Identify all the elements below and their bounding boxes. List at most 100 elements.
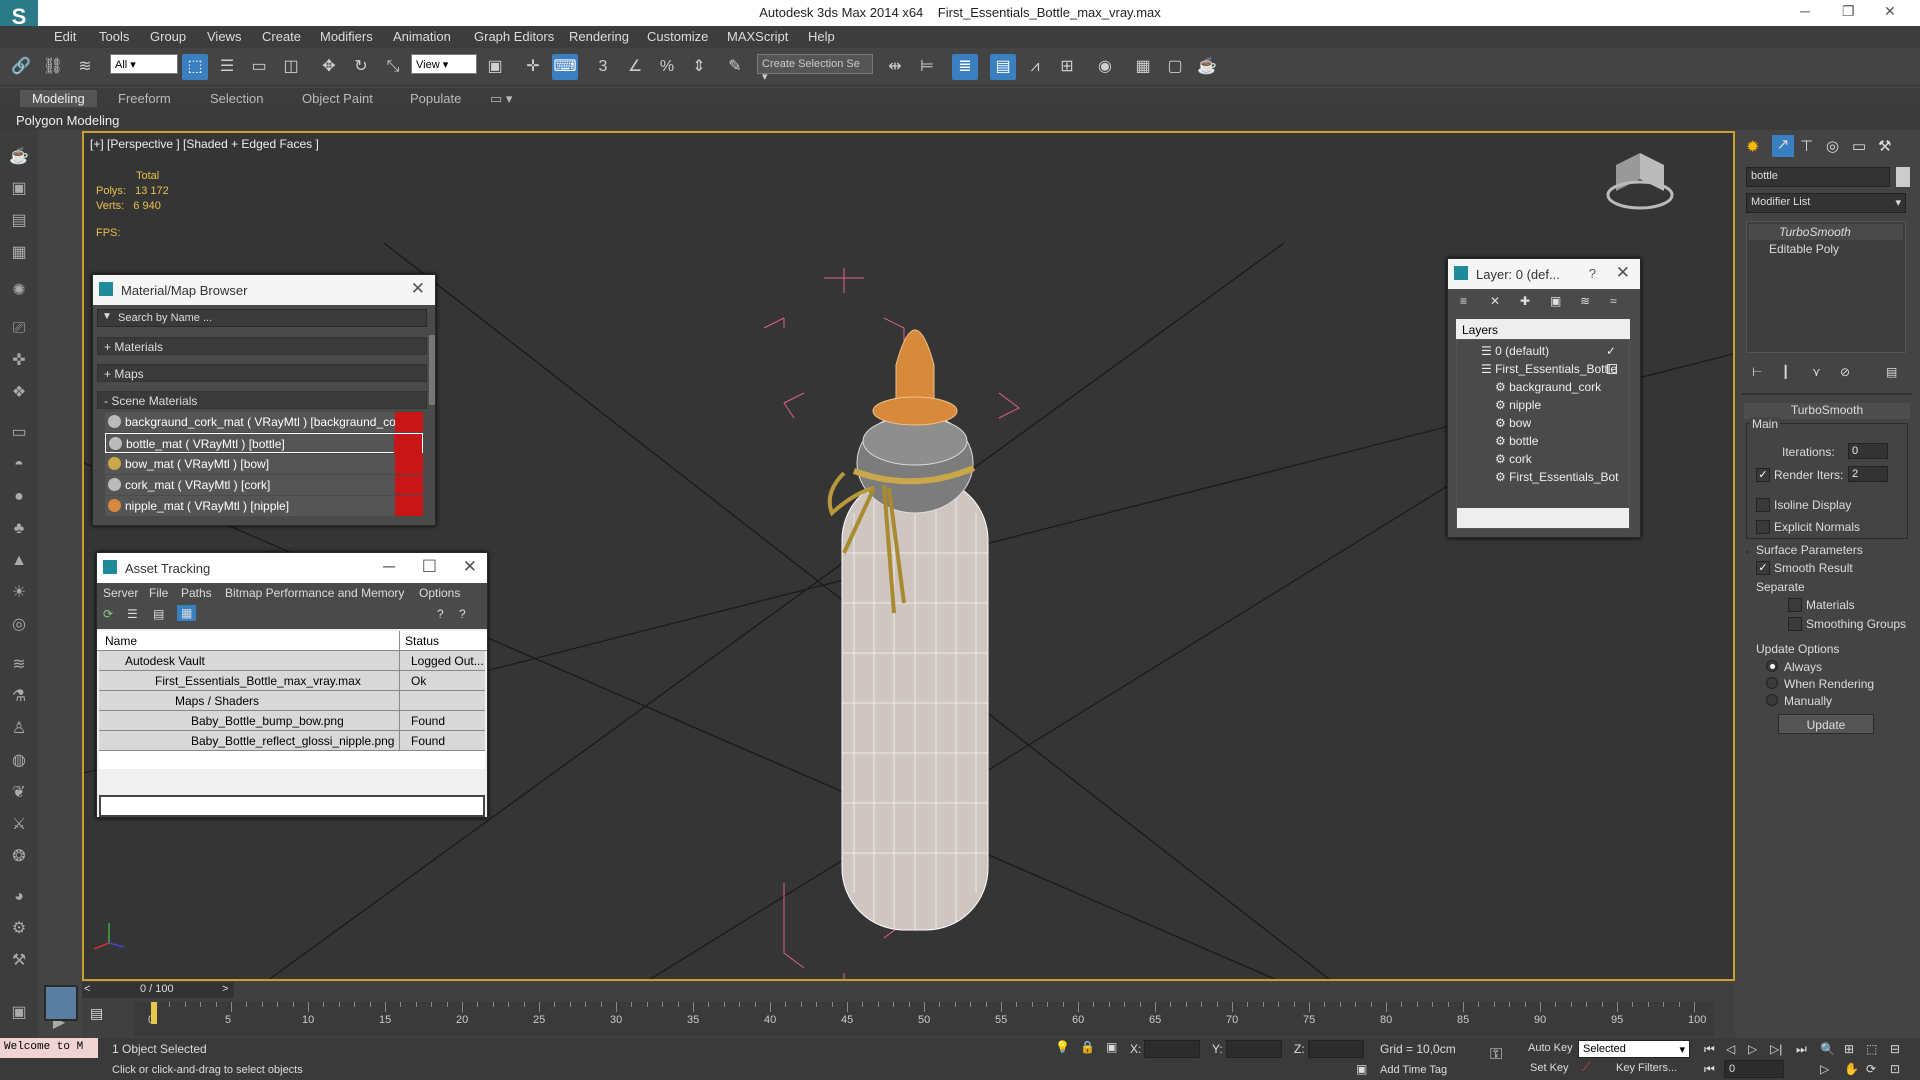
layer-item[interactable]: ☰ 0 (default) ✓	[1481, 344, 1651, 363]
go-to-start-icon[interactable]: ⏮	[1704, 1042, 1715, 1057]
minimize-button[interactable]: ─	[1800, 3, 1810, 19]
iterations-spinner[interactable]: 0	[1848, 443, 1888, 459]
shell-icon[interactable]: ❂	[6, 844, 32, 870]
settings-icon[interactable]: ⚒	[6, 948, 32, 974]
layer-object-item[interactable]: ⚙ bottle	[1495, 434, 1665, 453]
rectangular-selection-icon[interactable]: ▭	[246, 54, 272, 80]
current-frame-marker[interactable]	[151, 1002, 157, 1024]
polygon-modeling-label[interactable]: Polygon Modeling	[16, 113, 119, 128]
smooth-result-checkbox[interactable]: ✓	[1756, 561, 1770, 575]
update-manually-radio[interactable]	[1766, 694, 1778, 706]
category-scene-materials[interactable]: - Scene Materials	[97, 391, 427, 409]
menu-paths[interactable]: Paths	[181, 586, 212, 600]
lock-icon[interactable]: 🔒	[1080, 1040, 1095, 1054]
table-view-icon[interactable]: ▦	[177, 605, 197, 621]
modifier-list-dropdown[interactable]: Modifier List ▾	[1746, 193, 1906, 213]
maximize-button[interactable]: ❐	[1842, 3, 1855, 20]
bind-spacewarp-icon[interactable]: ≋	[72, 54, 98, 80]
menu-maxscript[interactable]: MAXScript	[727, 29, 788, 44]
display-tab-icon[interactable]: ▭	[1852, 137, 1866, 155]
asset-horizontal-scrollbar[interactable]	[99, 751, 485, 769]
motion-tab-icon[interactable]: ◎	[1826, 137, 1839, 155]
curve-editor-icon[interactable]: ⩘	[1022, 54, 1048, 80]
hedra-icon[interactable]: ♣	[6, 516, 32, 542]
ribbon-options-icon[interactable]: ▭ ▾	[490, 91, 512, 107]
time-tag-icon[interactable]: ▣	[1356, 1062, 1367, 1076]
menu-bitmap-performance[interactable]: Bitmap Performance and Memory	[225, 586, 404, 600]
keyboard-shortcut-override-icon[interactable]: ⌨	[552, 54, 578, 80]
close-icon[interactable]: ✕	[1616, 263, 1630, 283]
plane-icon[interactable]: ▭	[6, 420, 32, 446]
material-browser-scrollbar[interactable]	[429, 335, 435, 405]
menu-graph-editors[interactable]: Graph Editors	[474, 29, 554, 44]
scripts-icon[interactable]: ⚙	[6, 916, 32, 942]
select-by-name-icon[interactable]: ☰	[214, 54, 240, 80]
add-time-tag-button[interactable]: Add Time Tag	[1380, 1064, 1447, 1076]
refresh-icon[interactable]: ⟳	[103, 607, 113, 621]
menu-create[interactable]: Create	[262, 29, 301, 44]
render-iters-checkbox[interactable]: ✓	[1756, 468, 1770, 482]
menu-edit[interactable]: Edit	[54, 29, 76, 44]
layer-scrollbar[interactable]	[1457, 508, 1629, 528]
menu-options[interactable]: Options	[419, 586, 460, 600]
menu-group[interactable]: Group	[150, 29, 186, 44]
explicit-normals-checkbox[interactable]	[1756, 520, 1770, 534]
asset-tracking-header[interactable]: Asset Tracking ─ ☐ ✕	[97, 553, 487, 583]
scale-icon[interactable]: ⤡	[380, 54, 406, 80]
selection-filter-dropdown[interactable]: All ▾	[110, 54, 178, 74]
set-key-icon[interactable]: ⟋	[1582, 1060, 1590, 1075]
hf-icon[interactable]: ⚔	[6, 812, 32, 838]
layer-object-item[interactable]: ⚙ First_Essentials_Bot	[1495, 470, 1665, 489]
show-end-result-icon[interactable]: ┃	[1782, 365, 1789, 379]
key-filters-button[interactable]: Key Filters...	[1616, 1062, 1677, 1074]
time-next-arrow[interactable]: >	[222, 983, 228, 995]
zoom-extents-all-icon[interactable]: ⊟	[1890, 1042, 1900, 1056]
table-row[interactable]: Autodesk Vault Logged Out...	[99, 651, 485, 671]
link-icon[interactable]: 🔗	[8, 54, 34, 80]
menu-file[interactable]: File	[149, 586, 168, 600]
teapot-icon[interactable]: ☕	[6, 144, 32, 170]
pan-icon[interactable]: ✋	[1844, 1062, 1859, 1076]
zoom-icon[interactable]: 🔍	[1820, 1042, 1835, 1056]
pivot-center-icon[interactable]: ▣	[482, 54, 508, 80]
tab-freeform[interactable]: Freeform	[118, 91, 171, 106]
viewport-label[interactable]: [+] [Perspective ] [Shaded + Edged Faces…	[90, 137, 319, 151]
sun-icon[interactable]: ☀	[6, 580, 32, 606]
column-name[interactable]: Name	[105, 634, 137, 648]
hemisphere-icon[interactable]: ◓	[6, 452, 32, 478]
render-iters-spinner[interactable]: 2	[1848, 466, 1888, 482]
modifier-stack-item[interactable]: Editable Poly	[1749, 241, 1903, 257]
make-unique-icon[interactable]: ⋎	[1812, 365, 1821, 379]
render-setup-icon[interactable]: ▦	[1130, 54, 1156, 80]
time-prev-arrow[interactable]: <	[84, 983, 90, 995]
material-item[interactable]: backgraund_cork_mat ( VRayMtl ) [backgra…	[105, 412, 423, 432]
camera-icon[interactable]: ⎚	[6, 316, 32, 342]
edit-named-selection-icon[interactable]: ✎	[722, 54, 748, 80]
highlight-layer-icon[interactable]: ≋	[1580, 294, 1590, 308]
create-tab-icon[interactable]: ✹	[1746, 137, 1759, 157]
filter-icon[interactable]: ▼	[102, 311, 112, 322]
hair-icon[interactable]: ≋	[6, 652, 32, 678]
tab-populate[interactable]: Populate	[410, 91, 461, 106]
foliage-icon[interactable]: ❦	[6, 780, 32, 806]
layer-manager-icon[interactable]: ≣	[952, 54, 978, 80]
separate-smoothing-checkbox[interactable]	[1788, 617, 1802, 631]
help-icon[interactable]: ?	[437, 607, 444, 621]
material-search-field[interactable]: ▼ Search by Name ...	[97, 309, 427, 327]
configure-sets-icon[interactable]: ▤	[1886, 365, 1897, 379]
material-editor-icon[interactable]: ◉	[1092, 54, 1118, 80]
move-icon[interactable]: ✥	[316, 54, 342, 80]
maximize-viewport-icon[interactable]: ⊡	[1890, 1062, 1900, 1076]
mini-listener-icon[interactable]	[44, 985, 78, 1021]
isoline-display-checkbox[interactable]	[1756, 498, 1770, 512]
column-status[interactable]: Status	[405, 634, 439, 648]
time-slider[interactable]: < 0 / 100 >	[82, 982, 234, 998]
menu-animation[interactable]: Animation	[393, 29, 451, 44]
material-item[interactable]: bottle_mat ( VRayMtl ) [bottle]	[105, 433, 423, 454]
table-row[interactable]: Baby_Bottle_reflect_glossi_nipple.png Fou…	[99, 731, 485, 751]
key-mode-dropdown[interactable]: Selected ▾	[1578, 1040, 1690, 1058]
menu-rendering[interactable]: Rendering	[569, 29, 629, 44]
modify-tab-icon[interactable]: ↗	[1772, 135, 1794, 157]
particle-icon[interactable]: ❖	[6, 380, 32, 406]
mini-curve-editor-icon[interactable]: ▤	[90, 1005, 103, 1022]
